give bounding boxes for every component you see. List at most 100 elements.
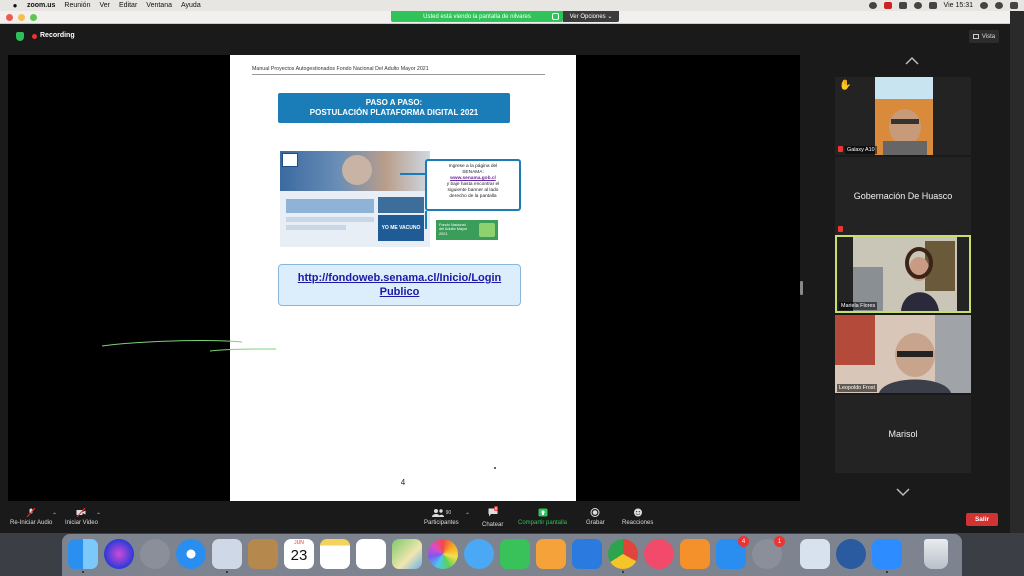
battery-icon[interactable] [928,2,937,9]
participant-name: Leopoldo Frost [837,384,877,392]
fondoweb-url-continued: Publico [379,286,420,298]
rejoin-audio-button[interactable]: Re-Iniciar Audio [10,508,52,526]
maximize-window-button[interactable] [30,14,37,21]
gallery-scroll-down-icon[interactable] [895,487,911,497]
participants-label: Participantes [424,520,459,526]
security-shield-icon[interactable] [16,32,24,41]
wifi-icon[interactable] [913,2,922,9]
appstore-icon[interactable]: 4 [716,536,749,569]
mail-icon[interactable] [212,539,242,573]
user-icon[interactable] [995,2,1003,9]
preview-icon[interactable] [800,539,830,569]
callout-text: derecho de la pantalla [449,194,497,199]
callout-connector [425,211,427,229]
fondo-nacional-banner: Fondo Nacional del Adulto Mayor 2021 [436,220,498,240]
apple-icon[interactable]: ● [10,1,20,10]
participant-name: Galaxy A10 [845,146,877,154]
share-banner-text: Usted está viendo la pantalla de nilvare… [423,13,531,20]
running-indicator [622,571,624,573]
annotation-scribble [101,340,277,352]
calendar-icon[interactable]: JUN 23 [284,539,314,569]
trash-icon[interactable] [924,539,948,569]
website-text-line [286,225,346,230]
facetime-icon[interactable] [500,539,530,569]
screen-record-icon[interactable] [883,2,892,9]
shared-screen-area[interactable]: Manual Proyectos Autogestionados Fondo N… [8,55,800,501]
close-window-button[interactable] [6,14,13,21]
shared-document-page: Manual Proyectos Autogestionados Fondo N… [230,55,576,501]
page-speck [494,467,496,469]
video-options-caret-icon[interactable]: ⌃ [96,512,101,519]
reactions-button[interactable]: Reacciones [622,508,653,526]
muted-mic-icon [838,226,843,232]
safari-icon[interactable] [176,539,206,569]
participant-tile-marisol[interactable]: Marisol [835,395,971,473]
macos-dock: JUN 23 4 1 [62,534,962,576]
launchpad-icon[interactable] [140,539,170,569]
siri-icon[interactable] [104,539,134,569]
menu-reunion[interactable]: Reunión [64,2,90,9]
participant-tile-mariela-flores[interactable]: Mariela Flores [835,235,971,313]
view-button[interactable]: Vista [969,30,999,43]
meeting-toolbar: Re-Iniciar Audio ⌃ Iniciar Video ⌃ 90 Pa… [0,506,1010,533]
menu-app-zoom[interactable]: zoom.us [27,2,55,9]
muted-mic-icon [838,146,843,152]
video-label: Iniciar Video [65,520,98,526]
share-screen-button[interactable]: Compartir pantalla [518,508,567,526]
quicktime-icon[interactable] [836,539,866,569]
title-line-2: POSTULACIÓN PLATAFORMA DIGITAL 2021 [309,108,479,117]
sysprefs-badge: 1 [774,536,785,547]
minimize-window-button[interactable] [18,14,25,21]
split-resize-handle[interactable] [800,281,803,295]
books-icon[interactable] [680,539,710,569]
bluetooth-icon[interactable] [898,2,907,9]
record-button[interactable]: Grabar [586,508,605,526]
control-center-icon[interactable] [1010,2,1018,9]
instruction-callout: Ingrese a la página del SENAMA: www.sena… [425,159,521,211]
participant-tile-galaxy-a10[interactable]: ✋ Galaxy A10 [835,77,971,155]
notes-icon[interactable] [320,539,350,569]
share-banner-window-icon[interactable] [552,13,559,20]
share-screen-icon [538,508,548,517]
calendar-day: 23 [290,547,308,564]
muted-microphone-icon [26,508,36,517]
website-text-line [286,217,374,222]
zoom-tray-icon[interactable] [868,2,877,9]
participants-icon [431,509,444,517]
menu-ventana[interactable]: Ventana [146,2,172,9]
participants-options-caret-icon[interactable]: ⌃ [465,512,470,519]
reminders-icon[interactable] [356,539,386,569]
start-video-button[interactable]: Iniciar Video [65,508,98,526]
pages-icon[interactable] [536,539,566,569]
zoom-icon[interactable] [872,539,902,573]
menu-ver[interactable]: Ver [99,2,110,9]
participant-tile-leopoldo-frost[interactable]: Leopoldo Frost [835,315,971,393]
view-options-dropdown[interactable]: Ver Opciones ⌄ [563,11,619,22]
gobierno-logo [282,153,298,167]
system-preferences-icon[interactable]: 1 [752,536,785,569]
maps-icon[interactable] [392,539,422,569]
messages-icon[interactable] [464,539,494,569]
leave-meeting-button[interactable]: Salir [966,513,998,526]
menu-editar[interactable]: Editar [119,2,137,9]
participant-tile-gobernacion[interactable]: Gobernación De Huasco [835,157,971,235]
search-icon[interactable] [980,2,988,9]
gallery-scroll-up-icon[interactable] [904,56,920,66]
chrome-icon[interactable] [608,539,638,573]
screen-share-banner: Usted está viendo la pantalla de nilvare… [391,11,563,22]
chat-button[interactable]: 8 Chatear [482,506,503,528]
finder-icon[interactable] [68,539,98,573]
contacts-icon[interactable] [248,539,278,569]
recording-label[interactable]: Recording [40,32,75,39]
participants-button[interactable]: 90 Participantes [424,508,459,526]
photos-icon[interactable] [428,539,458,569]
menu-bar-clock[interactable]: Vie 15:31 [944,2,973,9]
callout-connector [400,173,428,175]
music-icon[interactable] [644,539,674,569]
audio-options-caret-icon[interactable]: ⌃ [52,512,57,519]
url-box: http://fondoweb.senama.cl/Inicio/Login P… [278,264,521,306]
menu-ayuda[interactable]: Ayuda [181,2,201,9]
page-number: 4 [400,478,406,487]
keynote-icon[interactable] [572,539,602,569]
menu-bar-tray: Vie 15:31 [868,0,1018,11]
